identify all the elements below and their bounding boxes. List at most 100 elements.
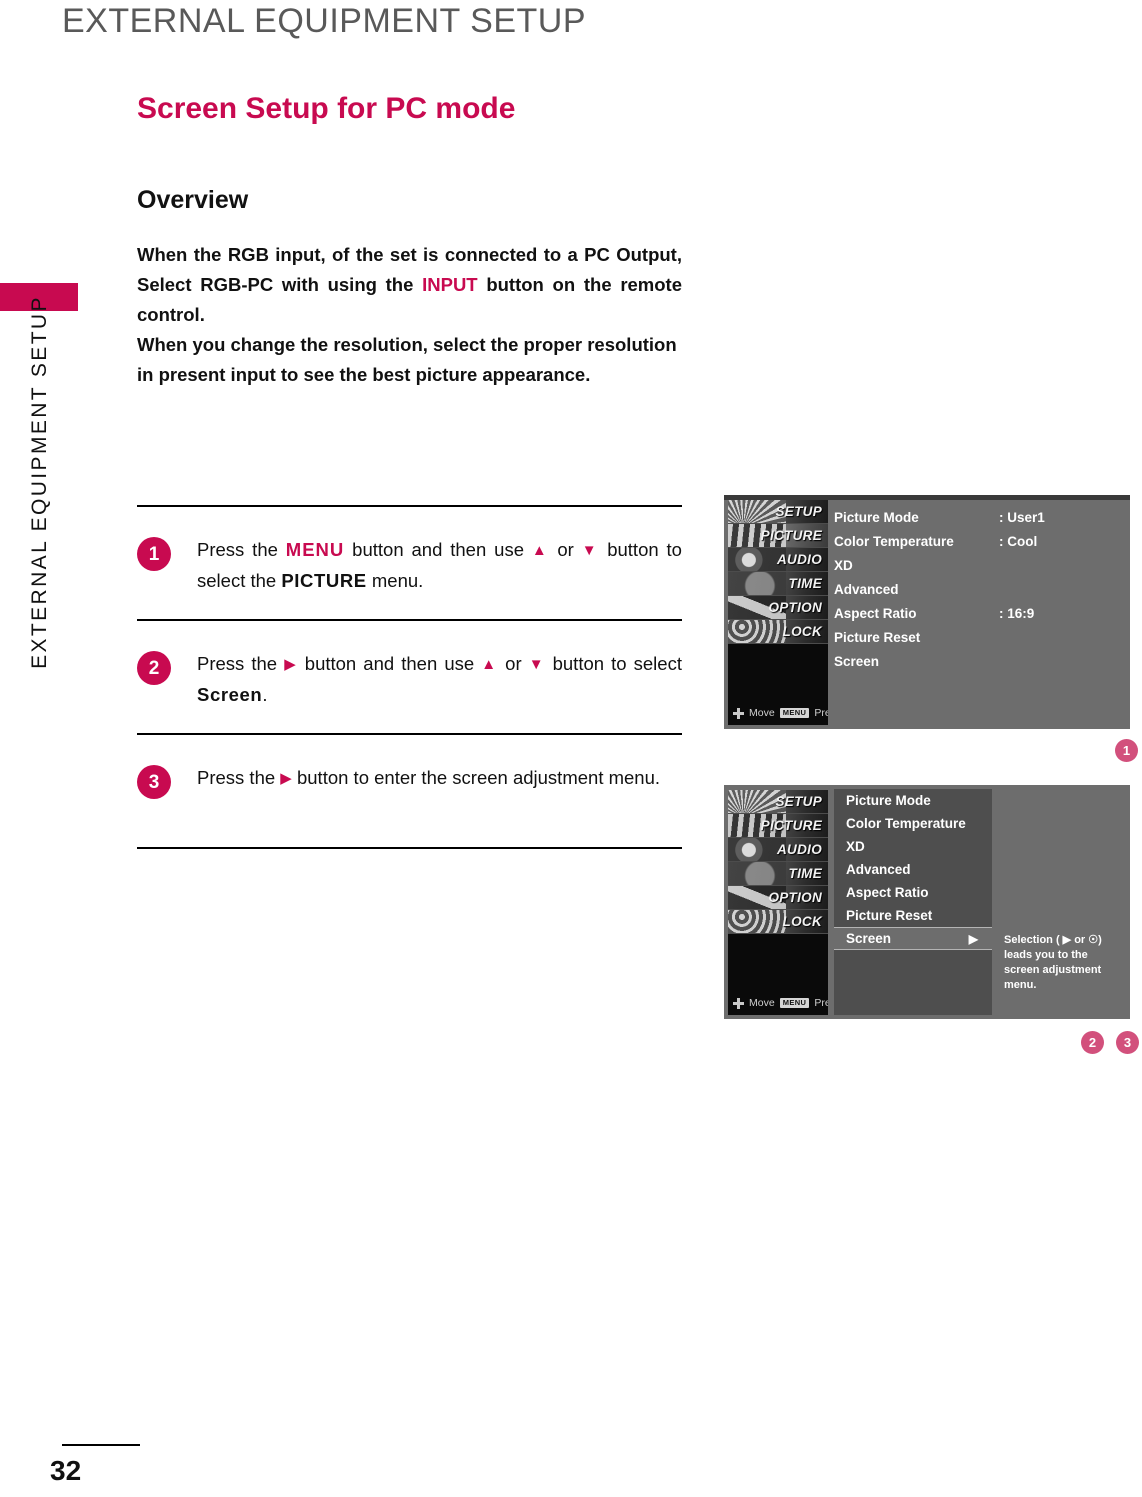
osd2-row-xd[interactable]: XD — [834, 835, 992, 858]
osd1-sidebar-item-time[interactable]: TIME — [728, 572, 828, 596]
osd2-sidebar-item-picture[interactable]: PICTURE — [728, 814, 828, 838]
osd2-row-aspect-ratio[interactable]: Aspect Ratio — [834, 881, 992, 904]
osd2-move-label: Move — [749, 997, 775, 1009]
osd1-sidebar-label-setup: SETUP — [775, 504, 822, 519]
right-arrow-icon: ▶ — [284, 656, 298, 673]
osd1-row-aspect-ratio[interactable]: Aspect Ratio : 16:9 — [834, 601, 1122, 625]
step2-t1: Press the — [197, 653, 285, 674]
step1-t1: Press the — [197, 539, 286, 560]
step-badge-2: 2 — [137, 651, 171, 685]
osd2-sidebar-item-setup[interactable]: SETUP — [728, 790, 828, 814]
step-badge-3: 3 — [137, 765, 171, 799]
osd1-sidebar-label-lock: LOCK — [782, 624, 822, 639]
page-number: 32 — [50, 1455, 82, 1486]
osd1-row-color-temperature[interactable]: Color Temperature : Cool — [834, 529, 1122, 553]
osd1-sidebar-label-picture: PICTURE — [760, 528, 822, 543]
osd1-sidebar-item-option[interactable]: OPTION — [728, 596, 828, 620]
osd1-row-xd[interactable]: XD — [834, 553, 1122, 577]
screen-menu-label: Screen — [197, 684, 263, 705]
up-arrow-icon: ▲ — [531, 542, 550, 559]
osd2-sidebar-label-picture: PICTURE — [760, 818, 822, 833]
osd1-label-aspect-ratio: Aspect Ratio — [834, 605, 917, 621]
osd2-sidebar-label-setup: SETUP — [775, 794, 822, 809]
input-keyword: INPUT — [422, 274, 478, 295]
osd2-row-picture-reset[interactable]: Picture Reset — [834, 904, 992, 927]
osd1-row-picture-reset[interactable]: Picture Reset — [834, 625, 1122, 649]
osd2-prev-label: Prev — [814, 997, 828, 1009]
overview-heading: Overview — [137, 186, 249, 214]
osd1-label-advanced: Advanced — [834, 581, 899, 597]
osd2-sidebar-item-time[interactable]: TIME — [728, 862, 828, 886]
osd1-sidebar-item-setup[interactable]: SETUP — [728, 500, 828, 524]
overview-body: When the RGB input, of the set is connec… — [137, 240, 682, 390]
osd1-label-screen: Screen — [834, 653, 880, 669]
osd1-move-label: Move — [749, 707, 775, 719]
osd2-info-panel: Selection ( ▶ or ☉) leads you to the scr… — [996, 789, 1126, 1015]
reference-badge-1: 1 — [1115, 739, 1138, 762]
osd1-footer-hints: Move MENU Prev — [728, 705, 828, 721]
osd1-sidebar-item-lock[interactable]: LOCK — [728, 620, 828, 644]
osd1-sidebar-label-audio: AUDIO — [777, 552, 822, 567]
osd2-sidebar-item-audio[interactable]: AUDIO — [728, 838, 828, 862]
osd1-prev-label: Prev — [814, 707, 828, 719]
osd2-sidebar-label-option: OPTION — [768, 890, 822, 905]
osd2-row-screen-selected[interactable]: Screen ▶ — [834, 927, 992, 950]
osd1-sidebar: SETUP PICTURE AUDIO TIME OPTION LOCK Mov… — [728, 500, 828, 725]
divider-3 — [137, 847, 682, 849]
step3-t1: Press the — [197, 767, 281, 788]
osd2-footer-hints: Move MENU Prev — [728, 995, 828, 1011]
picture-menu-label: PICTURE — [281, 570, 367, 591]
osd1-sidebar-item-picture[interactable]: PICTURE — [728, 524, 828, 548]
step1-t5: menu. — [366, 570, 424, 591]
step-badge-1: 1 — [137, 537, 171, 571]
right-arrow-icon: ▶ — [968, 931, 978, 946]
down-arrow-icon: ▼ — [581, 542, 600, 559]
osd1-row-advanced[interactable]: Advanced — [834, 577, 1122, 601]
step2-t4: button to select — [545, 653, 682, 674]
menu-key-badge-icon: MENU — [779, 708, 810, 718]
step-text-2: Press the ▶ button and then use ▲ or ▼ b… — [197, 649, 682, 710]
step2-t2: button and then use — [297, 653, 482, 674]
step1-t3: or — [549, 539, 582, 560]
menu-key-label: MENU — [285, 539, 345, 560]
step-item-3: 3 Press the ▶ button to enter the screen… — [137, 735, 682, 847]
osd1-menu-list: Picture Mode : User1 Color Temperature :… — [834, 505, 1122, 723]
step2-t3: or — [498, 653, 529, 674]
osd2-sidebar-item-option[interactable]: OPTION — [728, 886, 828, 910]
osd2-label-screen: Screen — [846, 931, 892, 946]
osd1-value-picture-mode: : User1 — [999, 509, 1045, 525]
osd1-label-color-temperature: Color Temperature — [834, 533, 954, 549]
osd1-label-picture-reset: Picture Reset — [834, 629, 921, 645]
osd2-row-color-temperature[interactable]: Color Temperature — [834, 812, 992, 835]
up-arrow-icon: ▲ — [481, 656, 499, 673]
osd2-sidebar: SETUP PICTURE AUDIO TIME OPTION LOCK Mov… — [728, 790, 828, 1015]
osd1-row-picture-mode[interactable]: Picture Mode : User1 — [834, 505, 1122, 529]
osd1-value-color-temperature: : Cool — [999, 533, 1038, 549]
osd1-row-screen[interactable]: Screen — [834, 649, 1122, 673]
osd2-sidebar-item-lock[interactable]: LOCK — [728, 910, 828, 934]
time-icon — [728, 572, 786, 595]
osd1-sidebar-label-time: TIME — [788, 576, 822, 591]
osd2-info-text: Selection ( ▶ or ☉) leads you to the scr… — [1004, 934, 1102, 991]
footer-divider — [62, 1444, 140, 1446]
osd2-row-advanced[interactable]: Advanced — [834, 858, 992, 881]
osd2-row-picture-mode[interactable]: Picture Mode — [834, 789, 992, 812]
page-title: EXTERNAL EQUIPMENT SETUP — [62, 2, 586, 40]
step-item-1: 1 Press the MENU button and then use ▲ o… — [137, 507, 682, 619]
overview-paragraph-1: When the RGB input, of the set is connec… — [137, 240, 682, 330]
osd2-sidebar-label-lock: LOCK — [782, 914, 822, 929]
step1-t2: button and then use — [344, 539, 532, 560]
osd2-menu-list: Picture Mode Color Temperature XD Advanc… — [834, 789, 992, 1015]
menu-key-badge-icon: MENU — [779, 998, 810, 1008]
navigation-joystick-icon — [733, 997, 744, 1009]
reference-badge-2: 2 — [1081, 1031, 1104, 1054]
step-text-1: Press the MENU button and then use ▲ or … — [197, 535, 682, 596]
navigation-joystick-icon — [733, 707, 744, 719]
steps-list: 1 Press the MENU button and then use ▲ o… — [137, 505, 682, 849]
step-text-3: Press the ▶ button to enter the screen a… — [197, 763, 682, 794]
osd1-sidebar-item-audio[interactable]: AUDIO — [728, 548, 828, 572]
right-arrow-icon: ▶ — [280, 770, 292, 787]
osd2-sidebar-label-audio: AUDIO — [777, 842, 822, 857]
osd2-sidebar-label-time: TIME — [788, 866, 822, 881]
down-arrow-icon: ▼ — [528, 656, 546, 673]
